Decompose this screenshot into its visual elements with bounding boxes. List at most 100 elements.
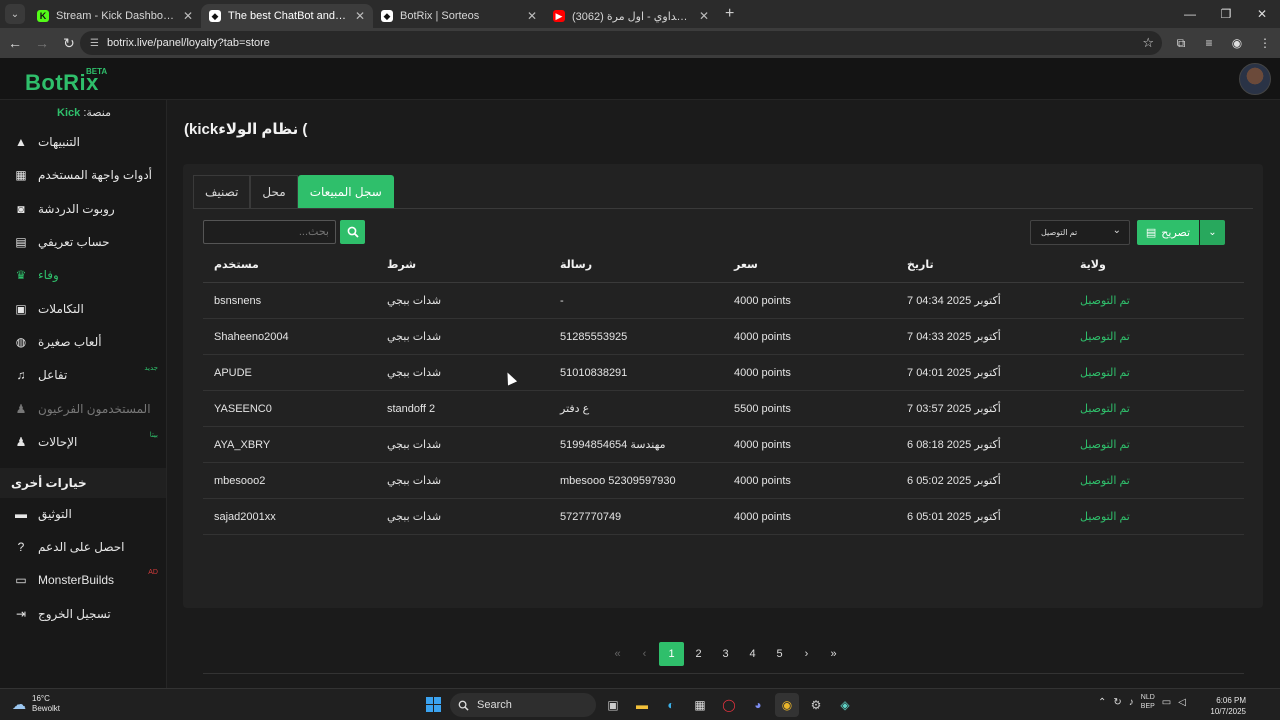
tab-store[interactable]: محل [250,175,298,208]
avatar[interactable] [1239,63,1271,95]
microphone-icon[interactable]: ♪ [1129,697,1134,708]
prev-page-icon[interactable]: ‹ [631,642,658,666]
sidebar-item-support[interactable]: ? احصل على الدعم [0,532,166,562]
sidebar-item-label: التوثيق [38,507,72,521]
column-header-price[interactable]: سعر [734,247,758,283]
tab-sales-log[interactable]: سجل المبيعات [297,175,394,208]
sidebar-item-subusers[interactable]: ♟ المستخدمون الفرعيون [0,394,166,424]
tab-search-icon[interactable]: ⌄ [5,4,25,24]
loyalty-card: تصنيف محل سجل المبيعات تم التوصيل ⌄ ▤ تص… [183,164,1263,674]
next-page-icon[interactable]: › [793,642,820,666]
chevron-up-icon[interactable]: ⌃ [1098,697,1106,708]
address-bar[interactable]: ☰ botrix.live/panel/loyalty?tab=store ☆ [80,31,1162,55]
cell-message: 51994854654 مهندسة [560,439,666,451]
column-header-message[interactable]: رسالة [560,247,592,283]
edge-icon[interactable]: ◐ [659,693,683,717]
settings-icon[interactable]: ⚙ [804,693,828,717]
sidebar-item-referrals[interactable]: ♟ الإحالات بيتا [0,427,166,457]
cell-status[interactable]: تم التوصيل [1080,463,1130,499]
sidebar-item-widgets[interactable]: ▦ أدوات واجهة المستخدم [0,160,166,190]
browser-tab[interactable]: ◆ BotRix | Sorteos ✕ [373,4,545,28]
sidebar-item-profile[interactable]: ▤ حساب تعريفي [0,227,166,257]
column-header-date[interactable]: تاريخ [907,247,934,283]
sync-icon[interactable]: ↻ [1113,697,1121,708]
page-button-5[interactable]: 5 [766,642,793,666]
app-icon[interactable]: ◈ [833,693,857,717]
opera-icon[interactable]: ◯ [717,693,741,717]
ad-badge: AD [148,569,158,576]
sidebar-item-chatbot[interactable]: ◙ روبوت الدردشة [0,194,166,224]
restore-icon[interactable]: ❐ [1208,0,1244,28]
close-icon[interactable]: ✕ [527,9,537,23]
page-title: (kickنظام الولاء ( [184,121,308,138]
page-button-1[interactable]: 1 [659,642,684,666]
site-info-icon[interactable]: ☰ [90,38,99,49]
page-button-4[interactable]: 4 [739,642,766,666]
browser-tab[interactable]: ▶ (3062) حمزة المحمداوي - اول مرة ✕ [545,4,717,28]
last-page-icon[interactable]: » [820,642,847,666]
new-tab-icon[interactable]: + [725,5,734,23]
display-icon[interactable]: ▭ [1162,697,1171,708]
sidebar-item-interaction[interactable]: ♫ تفاعل جديد [0,360,166,390]
tab-ranking[interactable]: تصنيف [193,175,251,208]
cell-status[interactable]: تم التوصيل [1080,427,1130,463]
sidebar-item-logout[interactable]: ⇥ تسجيل الخروج [0,599,166,629]
cell-message: mbesooo 52309597930 [560,475,676,487]
cell-status[interactable]: تم التوصيل [1080,355,1130,391]
search-button[interactable] [340,220,365,244]
cell-status[interactable]: تم التوصيل [1080,319,1130,355]
cell-status[interactable]: تم التوصيل [1080,283,1130,319]
export-dropdown-button[interactable]: ⌄ [1200,220,1225,245]
volume-icon[interactable]: ◁ [1178,697,1186,708]
first-page-icon[interactable]: « [604,642,631,666]
language-indicator[interactable]: NLD BEP [1141,693,1155,711]
minimize-icon[interactable]: — [1172,0,1208,28]
cell-date: 6 أكتوبر 2025 05:01 [907,511,1001,523]
music-icon: ♫ [16,368,26,382]
sidebar-item-loyalty[interactable]: ♛ وفاء [0,260,166,290]
reading-list-icon[interactable]: ≡ [1200,33,1218,53]
status-filter-select[interactable]: تم التوصيل ⌄ [1030,220,1130,245]
extensions-icon[interactable]: ⧉ [1172,33,1190,53]
file-explorer-icon[interactable]: ▬ [630,693,654,717]
cell-status[interactable]: تم التوصيل [1080,391,1130,427]
taskbar-search[interactable]: Search [450,693,596,717]
export-button[interactable]: ▤ تصريح [1137,220,1199,245]
sidebar-item-docs[interactable]: ▬ التوثيق [0,499,166,529]
column-header-status[interactable]: ولاية [1080,247,1106,283]
sidebar-item-label: احصل على الدعم [38,540,125,554]
sidebar-item-monsterbuilds[interactable]: ▭ MonsterBuilds AD [0,565,166,595]
table-row: mbesooo2 شدات ببجي mbesooo 52309597930 4… [203,463,1244,499]
page-button-3[interactable]: 3 [712,642,739,666]
reload-icon[interactable]: ↻ [57,35,81,52]
chrome-icon[interactable]: ◉ [775,693,799,717]
forward-icon[interactable]: → [30,35,54,51]
discord-icon[interactable]: ◕ [746,693,770,717]
search-input[interactable] [203,220,336,244]
sidebar-item-alerts[interactable]: ▲ التنبيهات [0,127,166,157]
browser-tab-active[interactable]: ◆ The best ChatBot and Widgets ✕ [201,4,373,28]
sidebar-item-integrations[interactable]: ▣ التكاملات [0,294,166,324]
close-window-icon[interactable]: ✕ [1244,0,1280,28]
menu-icon[interactable]: ⋮ [1256,33,1274,53]
bookmark-star-icon[interactable]: ☆ [1142,35,1154,51]
windows-start-icon[interactable] [426,697,441,712]
close-icon[interactable]: ✕ [699,9,709,23]
column-header-user[interactable]: مستخدم [214,247,259,283]
browser-tab[interactable]: K Stream - Kick Dashboard ✕ [29,4,201,28]
sidebar-item-minigames[interactable]: ◍ ألعاب صغيرة [0,327,166,357]
back-icon[interactable]: ← [3,35,27,51]
close-icon[interactable]: ✕ [183,9,193,23]
column-header-item[interactable]: شرط [387,247,416,283]
cell-status[interactable]: تم التوصيل [1080,499,1130,535]
sidebar-item-label: MonsterBuilds [38,573,115,587]
store-icon[interactable]: ▦ [688,693,712,717]
page-button-2[interactable]: 2 [685,642,712,666]
close-icon[interactable]: ✕ [355,9,365,23]
clock[interactable]: 6:06 PM 10/7/2025 [1200,695,1246,717]
cell-price: 5500 points [734,403,791,415]
help-icon: ? [17,540,25,554]
weather-widget[interactable]: ☁ 16°C Bewolkt [12,694,60,714]
task-view-icon[interactable]: ▣ [601,693,625,717]
profile-icon[interactable]: ◉ [1228,33,1246,53]
